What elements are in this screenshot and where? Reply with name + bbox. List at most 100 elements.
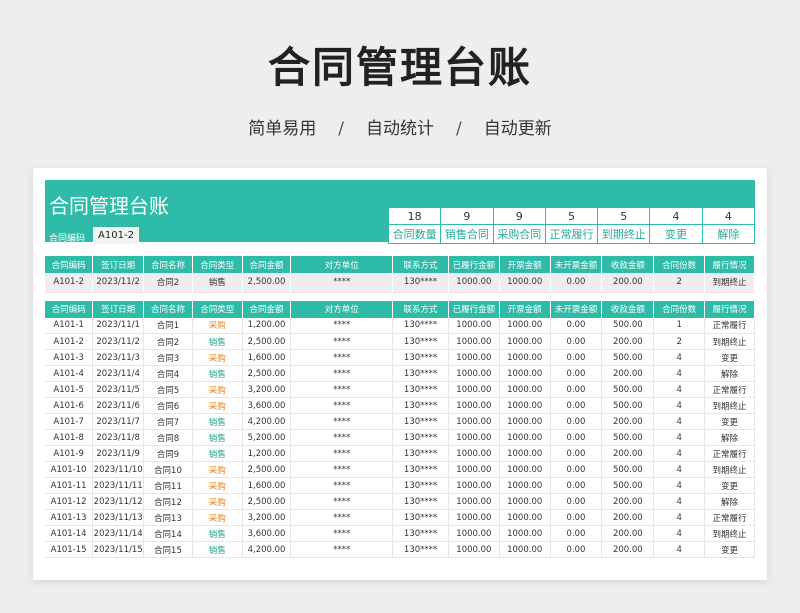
table-row[interactable]: A101-5 2023/11/5 合同5 采购 3,200.00 **** 130**** 1…: [45, 381, 755, 398]
table-cell: 1000.00: [499, 509, 551, 526]
table-cell: 5,200.00: [242, 429, 292, 446]
column-header[interactable]: 收款金额: [601, 300, 655, 318]
column-header[interactable]: 对方单位: [290, 300, 394, 318]
table-cell: ****: [290, 461, 394, 478]
table-row[interactable]: A101-13 2023/11/13 合同13 采购 3,200.00 **** 130**…: [45, 509, 755, 526]
column-header[interactable]: 已履行金额: [448, 256, 500, 273]
table-cell: 2: [653, 333, 706, 350]
column-header[interactable]: 履行情况: [704, 300, 755, 318]
table-row[interactable]: A101-7 2023/11/7 合同7 销售 4,200.00 **** 130**** 1…: [45, 413, 755, 430]
table-cell: 到期终止: [704, 525, 755, 542]
table-cell: ****: [290, 317, 394, 334]
column-header[interactable]: 履行情况: [704, 256, 755, 273]
subtitle-separator: /: [456, 119, 462, 139]
table-cell: 200.00: [601, 509, 655, 526]
table-row[interactable]: A101-15 2023/11/15 合同15 销售 4,200.00 **** 130**…: [45, 541, 755, 558]
table-cell: 500.00: [601, 397, 655, 414]
search-result-row[interactable]: A101-2 2023/11/2 合同2 销售 2,500.00 **** 130**** 1…: [45, 273, 755, 293]
table-row[interactable]: A101-8 2023/11/8 合同8 销售 5,200.00 **** 130**** 1…: [45, 429, 755, 446]
table-row[interactable]: A101-6 2023/11/6 合同6 采购 3,600.00 **** 130**** 1…: [45, 397, 755, 414]
table-row[interactable]: A101-12 2023/11/12 合同12 采购 2,500.00 **** 130**…: [45, 493, 755, 510]
search-result-cell: 130****: [392, 273, 449, 293]
stat-value: 18: [389, 208, 441, 225]
column-header[interactable]: 合同份数: [653, 256, 706, 273]
column-header[interactable]: 未开票金额: [550, 256, 603, 273]
table-row[interactable]: A101-10 2023/11/10 合同10 采购 2,500.00 **** 130**…: [45, 461, 755, 478]
table-row[interactable]: A101-2 2023/11/2 合同2 销售 2,500.00 **** 130**** 1…: [45, 333, 755, 350]
table-cell: 0.00: [550, 493, 603, 510]
table-cell: 4: [653, 413, 706, 430]
table-cell: 2023/11/2: [92, 333, 145, 350]
spreadsheet: 合同管理台账 合同编码 A101-2 18 合同数量 9 销售合同 9 采购合同 5 正常履行…: [45, 180, 755, 558]
stat-cell: 4 解除: [702, 208, 755, 244]
table-cell: ****: [290, 477, 394, 494]
table-cell: 130****: [392, 317, 449, 334]
table-row[interactable]: A101-9 2023/11/9 合同9 销售 1,200.00 **** 130**** 1…: [45, 445, 755, 462]
column-header[interactable]: 对方单位: [290, 256, 394, 273]
column-header[interactable]: 合同金额: [242, 300, 292, 318]
stat-value: 4: [702, 208, 754, 225]
column-header[interactable]: 收款金额: [601, 256, 655, 273]
table-cell: 变更: [704, 349, 755, 366]
table-cell: A101-8: [45, 429, 94, 446]
table-row[interactable]: A101-1 2023/11/1 合同1 采购 1,200.00 **** 130**** 1…: [45, 317, 755, 334]
table-cell: 0.00: [550, 365, 603, 382]
table-cell: 200.00: [601, 365, 655, 382]
column-header[interactable]: 未开票金额: [550, 300, 603, 318]
table-cell: 0.00: [550, 413, 603, 430]
search-result-cell: 到期终止: [704, 273, 755, 293]
column-header[interactable]: 联系方式: [392, 300, 449, 318]
table-row[interactable]: A101-11 2023/11/11 合同11 采购 1,600.00 **** 130**…: [45, 477, 755, 494]
table-cell: 0.00: [550, 429, 603, 446]
table-cell: 1000.00: [448, 413, 500, 430]
table-cell: 0.00: [550, 509, 603, 526]
table-row[interactable]: A101-14 2023/11/14 合同14 销售 3,600.00 **** 130**…: [45, 525, 755, 542]
subtitle-item-auto-stats: 自动统计: [366, 119, 434, 139]
table-cell: 3,600.00: [242, 525, 292, 542]
table-cell: 200.00: [601, 541, 655, 558]
table-cell: 1000.00: [448, 333, 500, 350]
contract-type-cell: 采购: [192, 509, 243, 526]
column-header[interactable]: 签订日期: [92, 256, 145, 273]
stat-value: 4: [650, 208, 702, 225]
table-cell: 变更: [704, 541, 755, 558]
table-cell: 200.00: [601, 525, 655, 542]
column-header[interactable]: 开票金额: [499, 256, 551, 273]
table-cell: 1000.00: [448, 397, 500, 414]
table-cell: 500.00: [601, 429, 655, 446]
column-header[interactable]: 合同类型: [192, 256, 243, 273]
table-cell: 合同6: [143, 397, 193, 414]
table-cell: 0.00: [550, 541, 603, 558]
table-cell: 1000.00: [499, 349, 551, 366]
column-header[interactable]: 已履行金额: [448, 300, 500, 318]
table-row[interactable]: A101-3 2023/11/3 合同3 采购 1,600.00 **** 130**** 1…: [45, 349, 755, 366]
column-header[interactable]: 合同金额: [242, 256, 292, 273]
contract-type-cell: 销售: [192, 365, 243, 382]
column-header[interactable]: 合同编码: [45, 300, 94, 318]
column-header[interactable]: 合同名称: [143, 256, 193, 273]
table-cell: 2023/11/3: [92, 349, 145, 366]
column-header[interactable]: 合同类型: [192, 300, 243, 318]
table-cell: A101-12: [45, 493, 94, 510]
column-header[interactable]: 签订日期: [92, 300, 145, 318]
table-cell: 到期终止: [704, 397, 755, 414]
table-cell: 合同1: [143, 317, 193, 334]
stat-cell: 9 销售合同: [441, 208, 494, 244]
column-header[interactable]: 合同份数: [653, 300, 706, 318]
column-header[interactable]: 合同名称: [143, 300, 193, 318]
contract-code-input[interactable]: A101-2: [93, 227, 139, 244]
stat-label: 采购合同: [497, 228, 542, 241]
table-cell: 变更: [704, 413, 755, 430]
table-cell: 1000.00: [499, 397, 551, 414]
table-cell: 合同4: [143, 365, 193, 382]
table-cell: 130****: [392, 413, 449, 430]
column-header[interactable]: 开票金额: [499, 300, 551, 318]
table-row[interactable]: A101-4 2023/11/4 合同4 销售 2,500.00 **** 130**** 1…: [45, 365, 755, 382]
table-cell: 合同13: [143, 509, 193, 526]
table-cell: 1000.00: [499, 445, 551, 462]
contract-type-cell: 销售: [192, 445, 243, 462]
column-header[interactable]: 联系方式: [392, 256, 449, 273]
table-cell: 变更: [704, 477, 755, 494]
table-cell: 合同12: [143, 493, 193, 510]
column-header[interactable]: 合同编码: [45, 256, 94, 273]
